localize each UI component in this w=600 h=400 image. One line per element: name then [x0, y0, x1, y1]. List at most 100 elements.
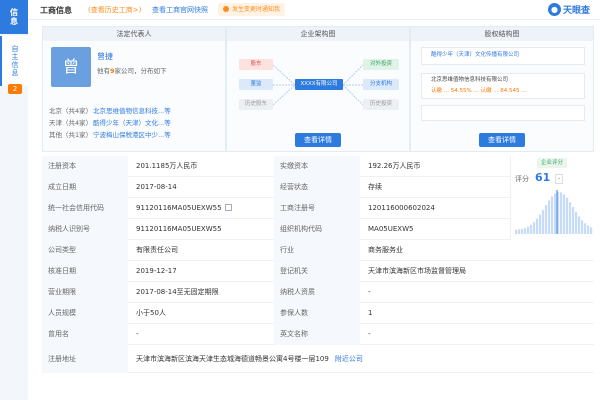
field-label: 工商注册号 — [274, 198, 360, 219]
field-label: 统一社会信用代码 — [42, 198, 128, 219]
eye-logo-icon: ● — [547, 3, 561, 16]
structure-panel: 企业架构图 股东 董监 历史股东 XXXX有限公司 对外投资 分支机构 历史投资… — [226, 26, 410, 152]
overview-panels: 法定代表人 曾 曾捷 他有9家公司，分布如下 北京（共4家） 北京思维值物信息科技… — [42, 26, 594, 152]
distribution-bar — [518, 229, 521, 234]
field-value: - — [368, 330, 371, 338]
field-value: 天津市滨海新区滨海天津生态城海德道畅景公寓4号楼一层109 附近公司 — [128, 345, 594, 373]
score-delta: - — [555, 174, 564, 184]
company-link[interactable]: 酷得少年（天津）文化...等 — [93, 117, 171, 129]
legal-rep-summary: 他有9家公司，分布如下 — [97, 65, 167, 75]
field-value: 小于50人 — [136, 309, 166, 317]
distribution-bar — [548, 200, 551, 234]
distribution-bar — [524, 227, 527, 234]
distribution-bar — [530, 224, 533, 234]
table-row: 公司类型 有限责任公司 行业 商务服务业 — [42, 240, 594, 261]
field-value: 天津市滨海新区市场监督管理局 — [368, 267, 466, 275]
change-notify-label: 发生变更时通知我 — [232, 6, 281, 13]
brand-logo: ● 天眼查 — [547, 3, 590, 16]
distribution-bar — [569, 202, 572, 234]
structure-diagram: 股东 董监 历史股东 XXXX有限公司 对外投资 分支机构 历史投资 — [235, 47, 403, 123]
score-label: 评分 — [515, 175, 529, 183]
field-value: 2017-08-14至无固定期限 — [136, 288, 219, 296]
field-value: 120116000602024 — [368, 204, 435, 212]
city-label: 北京（共4家） — [49, 107, 93, 115]
field-label: 人员规模 — [42, 303, 128, 324]
field-label: 实缴资本 — [274, 156, 360, 177]
change-notify-button[interactable]: 发生变更时通知我 — [218, 3, 286, 16]
company-distribution: 北京（共4家） 北京思维值物信息科技...等 天津（共4家） 酷得少年（天津）文化.… — [49, 105, 221, 141]
field-label: 参保人数 — [274, 303, 360, 324]
distribution-bar — [575, 211, 578, 234]
list-item: 北京（共4家） 北京思维值物信息科技...等 — [49, 105, 221, 117]
distribution-bar — [521, 228, 524, 234]
structure-heading: 企业架构图 — [227, 27, 409, 41]
nearby-companies-link[interactable]: 附近公司 — [335, 355, 363, 363]
credit-code: 91120116MA05UEXW55 — [136, 204, 222, 212]
avatar[interactable]: 曾 — [51, 47, 91, 87]
field-value: 有限责任公司 — [136, 246, 178, 254]
city-label: 其他（共1家） — [49, 131, 93, 139]
field-value: - — [368, 288, 371, 296]
distribution-bar — [515, 229, 518, 234]
official-snapshot-link[interactable]: 查看工商官网快照 — [152, 5, 208, 15]
field-value: 192.26万人民币 — [368, 162, 421, 170]
field-label: 核准日期 — [42, 261, 128, 282]
list-item: 天津（共4家） 酷得少年（天津）文化...等 — [49, 117, 221, 129]
brand-name: 天眼查 — [562, 6, 590, 16]
field-label: 行业 — [274, 240, 360, 261]
copy-icon[interactable] — [224, 204, 232, 211]
company-link[interactable]: 北京思维值物信息科技...等 — [93, 105, 171, 117]
equity-detail-button[interactable]: 查看详情 — [479, 133, 525, 147]
equity-holder-ratio: 认缴 ... 54.55% ... 认缴 ... 84.545 ... — [431, 88, 527, 94]
field-label: 纳税人识别号 — [42, 219, 128, 240]
field-label: 注册资本 — [42, 156, 128, 177]
score-value: 61 — [535, 171, 551, 184]
legal-rep-name[interactable]: 曾捷 — [97, 51, 113, 62]
distribution-bar — [590, 227, 593, 234]
field-value: 商务服务业 — [368, 246, 403, 254]
structure-detail-button[interactable]: 查看详情 — [295, 133, 341, 147]
distribution-bar — [536, 218, 539, 234]
equity-diagram: 酷得少年（天津）文化传播有限公司 北京思维值物信息科技有限公司 认缴 ... 5… — [421, 47, 585, 127]
sidebar-tab-self-info[interactable]: 自主信息 — [0, 36, 28, 86]
field-label: 营业期限 — [42, 282, 128, 303]
branch-node: 分支机构 — [363, 79, 399, 90]
list-item: 其他（共1家） 宁波梅山保税港区中少...等 — [49, 129, 221, 141]
company-link[interactable]: 宁波梅山保税港区中少...等 — [93, 129, 171, 141]
investment-node: 对外投资 — [363, 59, 399, 70]
field-label: 组织机构代码 — [274, 219, 360, 240]
distribution-bar — [533, 222, 536, 234]
distribution-bar — [572, 207, 575, 234]
field-value: 2017-08-14 — [136, 183, 177, 191]
distribution-bar — [539, 214, 542, 234]
sidebar-tab-info[interactable]: 信息 — [0, 0, 28, 34]
director-node: 董监 — [239, 79, 273, 90]
history-investment-node: 历史投资 — [363, 99, 399, 110]
distribution-bar — [560, 192, 563, 234]
section-header: 工商信息 (查看历史工商>) 查看工商官网快照 发生变更时通知我 ● 天眼查 — [28, 0, 600, 20]
field-label: 成立日期 — [42, 177, 128, 198]
field-value: MA05UEXW5 — [368, 225, 414, 233]
distribution-bar — [563, 194, 566, 234]
table-row: 核准日期 2019-12-17 登记机关 天津市滨海新区市场监督管理局 — [42, 261, 594, 282]
field-label: 纳税人资质 — [274, 282, 360, 303]
sidebar: 信息 自主信息 2 — [0, 0, 28, 400]
section-title: 工商信息 — [40, 6, 72, 15]
distribution-bar — [542, 209, 545, 234]
score-badge: 企业评分 — [537, 158, 568, 168]
history-link[interactable]: (查看历史工商>) — [88, 5, 141, 15]
distribution-bar — [578, 216, 581, 234]
city-label: 天津（共4家） — [49, 119, 93, 127]
field-value: 2019-12-17 — [136, 267, 177, 275]
legal-rep-heading: 法定代表人 — [43, 27, 225, 41]
field-value: - — [136, 330, 139, 338]
field-label: 英文名称 — [274, 324, 360, 345]
sidebar-count-badge: 2 — [8, 84, 22, 94]
field-value: 91120116MA05UEXW55 — [128, 198, 274, 219]
bell-icon — [223, 6, 229, 12]
equity-holder-name: 北京思维值物信息科技有限公司 — [431, 77, 509, 83]
legal-rep-panel: 法定代表人 曾 曾捷 他有9家公司，分布如下 北京（共4家） 北京思维值物信息科技… — [42, 26, 226, 152]
distribution-bar — [581, 220, 584, 234]
field-label: 登记机关 — [274, 261, 360, 282]
score-widget: 企业评分 评分 61 - — [510, 156, 594, 240]
